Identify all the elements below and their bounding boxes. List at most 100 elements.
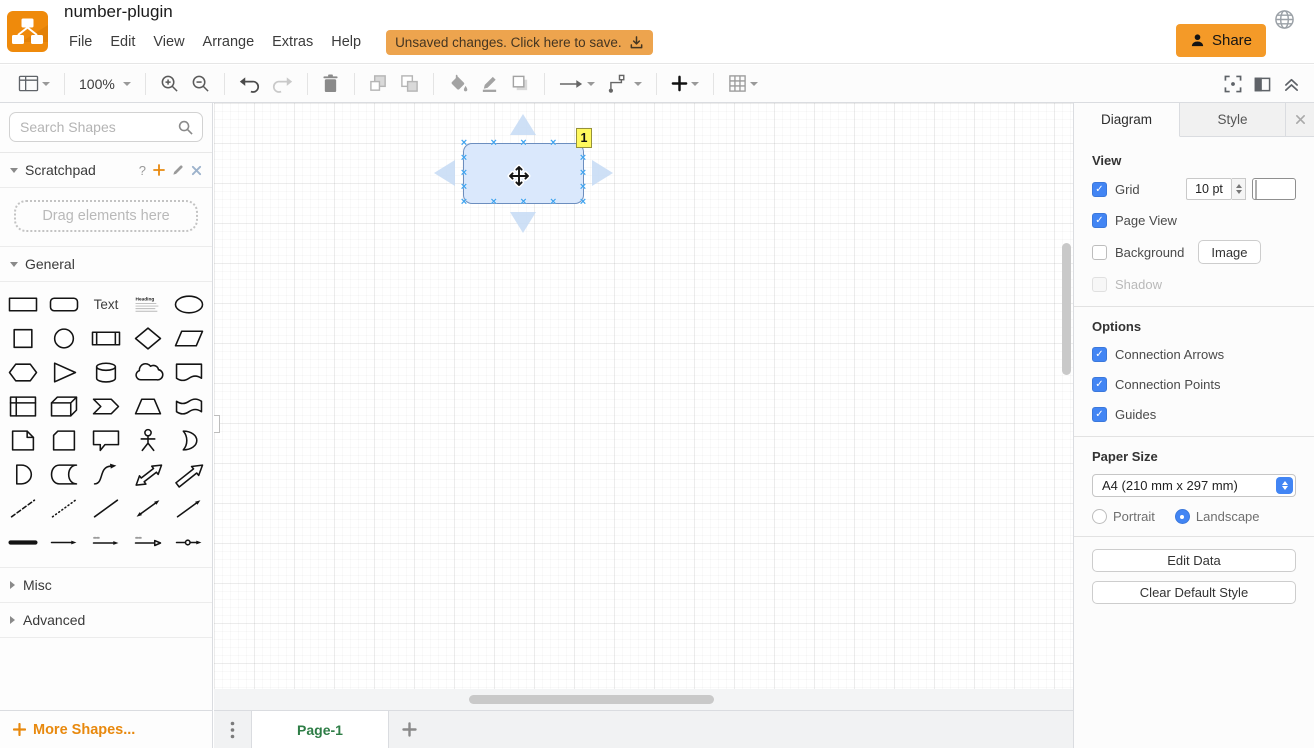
direction-arrow-right[interactable] [592,160,613,186]
shape-directional-connector[interactable] [168,491,210,525]
waypoints-button[interactable] [604,71,645,97]
page-tab-active[interactable]: Page-1 [251,711,389,748]
clear-default-style-button[interactable]: Clear Default Style [1092,581,1296,604]
delete-button[interactable] [319,71,343,97]
unsaved-changes-banner[interactable]: Unsaved changes. Click here to save. [386,30,653,55]
shape-square[interactable] [2,321,44,355]
connection-points-checkbox[interactable]: ✓ [1092,377,1107,392]
shape-diamond[interactable] [127,321,169,355]
connection-point-icon[interactable]: × [461,182,467,193]
shape-bidirectional-connector[interactable] [127,491,169,525]
shape-labeled-connector[interactable] [85,525,127,559]
zoom-out-button[interactable] [188,71,213,97]
connection-point-icon[interactable]: × [580,167,586,178]
line-color-button[interactable] [477,71,502,97]
zoom-in-button[interactable] [157,71,182,97]
background-checkbox[interactable] [1092,245,1107,260]
zoom-level-dropdown[interactable]: 100% [76,71,134,97]
fill-color-button[interactable] [445,71,471,97]
menu-edit[interactable]: Edit [103,31,142,53]
shape-internal-storage[interactable] [2,389,44,423]
scratchpad-dropzone[interactable]: Drag elements here [14,200,198,232]
grid-size-input[interactable] [1186,178,1232,200]
shape-parallelogram[interactable] [168,321,210,355]
scratchpad-header[interactable]: Scratchpad ? [0,153,212,188]
menu-arrange[interactable]: Arrange [196,31,262,53]
edit-scratchpad-icon[interactable] [172,164,184,176]
shape-triangle[interactable] [44,355,86,389]
shape-step[interactable] [85,389,127,423]
menu-view[interactable]: View [146,31,191,53]
redo-button[interactable] [269,71,296,97]
shape-ellipse[interactable] [168,287,210,321]
to-back-button[interactable] [397,71,422,97]
direction-arrow-up[interactable] [510,114,536,135]
grid-color-swatch[interactable] [1252,178,1296,200]
connection-point-icon[interactable]: × [461,167,467,178]
shape-document[interactable] [168,355,210,389]
insert-button[interactable] [668,71,702,97]
connection-point-icon[interactable]: × [550,138,556,149]
shape-trapezoid[interactable] [127,389,169,423]
shape-dashed-line[interactable] [2,491,44,525]
diagram-canvas[interactable]: ×××××××××××××××× 1 [214,103,1073,710]
shape-curve[interactable] [85,457,127,491]
landscape-radio[interactable] [1175,509,1190,524]
shape-rectangle[interactable] [2,287,44,321]
connection-point-icon[interactable]: × [550,197,556,208]
shadow-checkbox[interactable] [1092,277,1107,292]
connection-point-icon[interactable]: × [491,197,497,208]
shape-or[interactable] [168,423,210,457]
tab-diagram[interactable]: Diagram [1074,103,1180,137]
guides-checkbox[interactable]: ✓ [1092,407,1107,422]
menu-file[interactable]: File [62,31,99,53]
horizontal-scrollbar[interactable] [469,695,714,704]
tab-style[interactable]: Style [1180,103,1286,136]
shape-dotted-line[interactable] [44,491,86,525]
shape-circle[interactable] [44,321,86,355]
pages-menu-button[interactable] [214,711,251,748]
connection-point-icon[interactable]: × [461,197,467,208]
vertical-scrollbar[interactable] [1062,243,1071,375]
connection-point-icon[interactable]: × [491,138,497,149]
share-button[interactable]: Share [1176,24,1266,57]
collapse-toolbar-icon[interactable] [1283,76,1300,92]
page-view-checkbox[interactable]: ✓ [1092,213,1107,228]
shape-and[interactable] [2,457,44,491]
grid-size-stepper[interactable] [1232,178,1246,200]
language-globe-icon[interactable] [1274,9,1295,30]
connection-point-icon[interactable]: × [461,138,467,149]
shape-callout[interactable] [85,423,127,457]
sidebar-resize-handle[interactable] [214,415,220,433]
connection-point-icon[interactable]: × [520,197,526,208]
connection-style-button[interactable] [556,71,598,97]
add-to-scratchpad-icon[interactable] [153,164,165,176]
close-panel-icon[interactable] [1286,103,1314,136]
connection-point-icon[interactable]: × [580,197,586,208]
shape-link[interactable] [2,525,44,559]
shadow-button[interactable] [508,71,533,97]
to-front-button[interactable] [366,71,391,97]
connection-point-icon[interactable]: × [520,138,526,149]
direction-arrow-left[interactable] [434,160,455,186]
connection-point-icon[interactable]: × [580,153,586,164]
shape-hexagon[interactable] [2,355,44,389]
table-button[interactable] [725,71,761,97]
shape-cylinder[interactable] [85,355,127,389]
shape-text[interactable]: Text [85,287,127,321]
toggle-panel-icon[interactable] [1254,76,1271,93]
fit-page-icon[interactable] [1224,75,1242,93]
connection-point-icon[interactable]: × [461,153,467,164]
shape-arrow[interactable] [168,457,210,491]
paper-size-select[interactable]: A4 (210 mm x 297 mm) [1092,474,1296,497]
more-shapes-button[interactable]: More Shapes... [0,710,213,748]
add-page-button[interactable] [389,711,429,748]
section-general[interactable]: General [0,247,212,282]
close-scratchpad-icon[interactable] [191,165,202,176]
edit-data-button[interactable]: Edit Data [1092,549,1296,572]
connection-point-icon[interactable]: × [580,182,586,193]
shape-connector-with-symbol[interactable] [168,525,210,559]
shape-labeled-arrow[interactable] [127,525,169,559]
search-input[interactable] [9,112,203,142]
shape-textbox[interactable]: Heading [127,287,169,321]
